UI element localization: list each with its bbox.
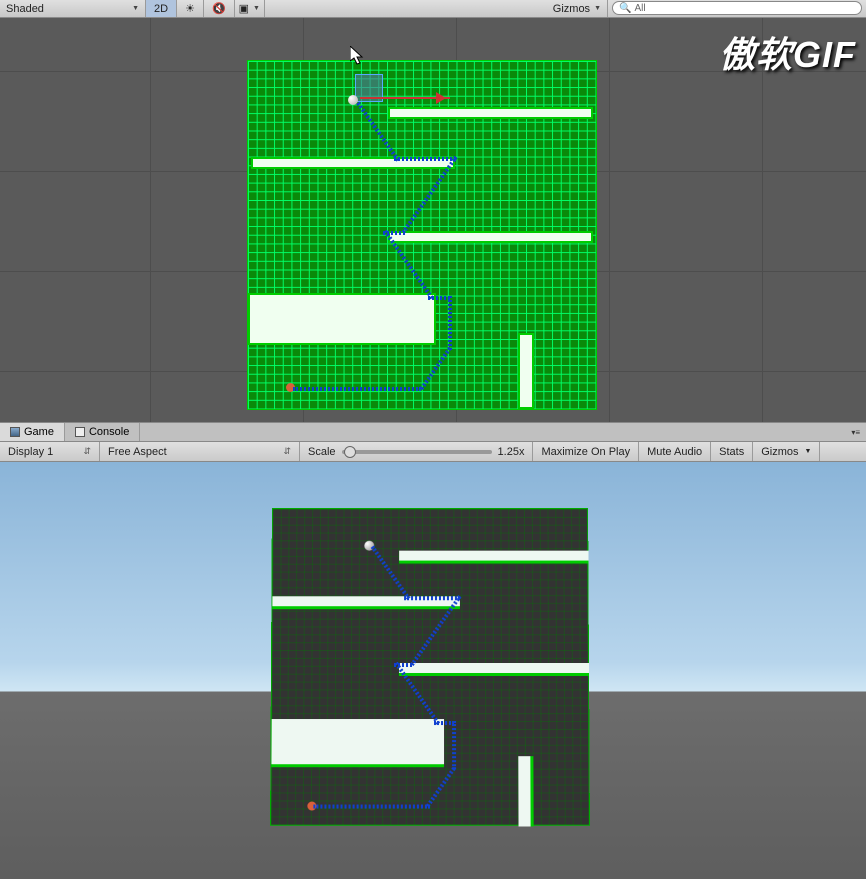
updown-icon: ⇵ xyxy=(283,446,291,457)
display-dropdown[interactable]: Display 1 ⇵ xyxy=(0,442,100,461)
stats-label: Stats xyxy=(719,446,744,458)
maximize-label: Maximize On Play xyxy=(541,446,630,458)
fx-dropdown[interactable]: ▣ ▼ xyxy=(235,0,265,17)
nav-path xyxy=(394,157,456,161)
scene-toolbar: Shaded ▼ 2D ☀ 🔇 ▣ ▼ Gizmos ▼ 🔍 All xyxy=(0,0,866,18)
search-icon: 🔍 xyxy=(619,3,631,14)
scene-view[interactable]: 傲软GIF xyxy=(0,18,866,422)
slider-thumb[interactable] xyxy=(344,446,356,458)
platform xyxy=(388,231,593,243)
chevron-down-icon: ▼ xyxy=(594,5,601,12)
chevron-down-icon: ▼ xyxy=(132,5,139,12)
nav-path xyxy=(420,347,452,390)
gizmos-label: Gizmos xyxy=(553,3,590,15)
tab-game[interactable]: Game xyxy=(0,423,65,441)
tab-label: Game xyxy=(24,426,54,438)
scene-search-input[interactable]: 🔍 All xyxy=(612,1,862,15)
game-view[interactable] xyxy=(0,462,866,879)
nav-path xyxy=(452,721,456,769)
image-icon: ▣ xyxy=(239,2,249,15)
draw-mode-dropdown[interactable]: Shaded ▼ xyxy=(0,0,146,17)
platform xyxy=(271,719,444,767)
nav-path xyxy=(404,596,460,600)
updown-icon: ⇵ xyxy=(83,446,91,457)
aspect-dropdown[interactable]: Free Aspect ⇵ xyxy=(100,442,300,461)
chevron-down-icon: ▼ xyxy=(253,5,260,12)
move-gizmo-x-axis[interactable] xyxy=(360,97,450,99)
platform xyxy=(518,333,534,409)
toolbar-spacer xyxy=(265,0,547,17)
tab-console[interactable]: Console xyxy=(65,423,140,441)
panel-tab-strip: Game Console ▾≡ xyxy=(0,422,866,442)
chevron-down-icon: ▼ xyxy=(805,448,812,455)
audio-toggle-button[interactable]: 🔇 xyxy=(204,0,235,17)
gizmos-dropdown[interactable]: Gizmos ▼ xyxy=(547,0,608,17)
platform xyxy=(388,107,593,119)
speaker-icon: 🔇 xyxy=(212,2,226,15)
nav-path xyxy=(434,721,454,725)
level-grid xyxy=(247,60,597,410)
search-prefix: All xyxy=(634,3,645,14)
lighting-toggle-button[interactable]: ☀ xyxy=(177,0,204,17)
mute-audio-button[interactable]: Mute Audio xyxy=(639,442,711,461)
aspect-label: Free Aspect xyxy=(108,446,167,458)
mute-label: Mute Audio xyxy=(647,446,702,458)
platform xyxy=(248,293,436,345)
scale-control: Scale 1.25x xyxy=(300,442,533,461)
platform xyxy=(399,551,588,564)
game-tab-icon xyxy=(10,427,20,437)
panel-menu-button[interactable]: ▾≡ xyxy=(845,423,866,441)
display-label: Display 1 xyxy=(8,446,53,458)
nav-path xyxy=(448,296,452,350)
platform xyxy=(399,663,589,676)
game-toolbar: Display 1 ⇵ Free Aspect ⇵ Scale 1.25x Ma… xyxy=(0,442,866,462)
nav-path xyxy=(313,805,430,809)
scale-value: 1.25x xyxy=(498,446,525,458)
draw-mode-label: Shaded xyxy=(6,3,44,15)
maximize-on-play-button[interactable]: Maximize On Play xyxy=(533,442,639,461)
nav-path xyxy=(293,387,421,391)
nav-path xyxy=(428,296,450,300)
tab-label: Console xyxy=(89,426,129,438)
2d-label: 2D xyxy=(154,3,168,15)
sun-icon: ☀ xyxy=(185,2,195,15)
2d-toggle-button[interactable]: 2D xyxy=(146,0,177,17)
scale-slider[interactable] xyxy=(342,450,492,454)
game-level xyxy=(270,508,590,826)
watermark-text: 傲软GIF xyxy=(719,26,856,78)
nav-path xyxy=(426,767,456,807)
scale-label: Scale xyxy=(308,446,336,458)
game-gizmos-label: Gizmos xyxy=(761,446,798,458)
console-tab-icon xyxy=(75,427,85,437)
stats-button[interactable]: Stats xyxy=(711,442,753,461)
game-gizmos-dropdown[interactable]: Gizmos ▼ xyxy=(753,442,820,461)
platform xyxy=(518,756,533,827)
